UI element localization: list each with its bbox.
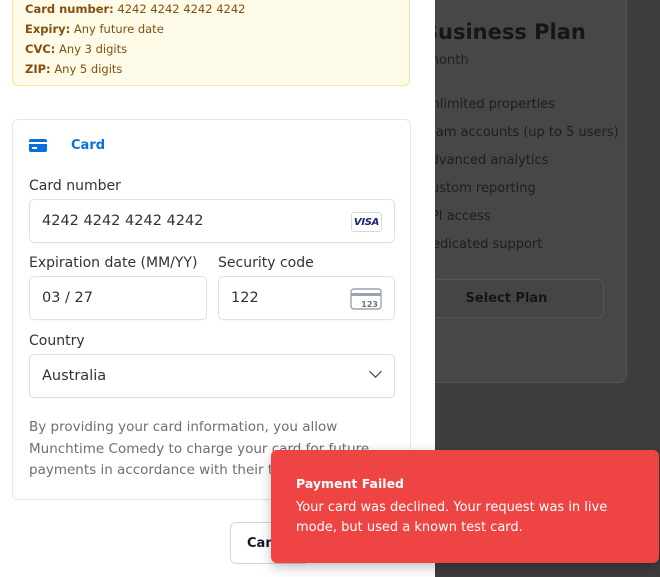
credit-card-icon — [29, 139, 47, 152]
card-tab[interactable]: Card — [29, 138, 105, 153]
country-label: Country — [29, 333, 85, 349]
test-zip-value: Any 5 digits — [54, 62, 123, 76]
plan-title: Business Plan — [422, 20, 586, 44]
card-tab-label: Card — [71, 138, 106, 153]
test-expiry-row: Expiry: Any future date — [25, 19, 397, 39]
card-number-input[interactable]: 4242 4242 4242 4242 VISA — [29, 199, 395, 243]
security-code-value: 122 — [231, 290, 259, 306]
plan-feature: Advanced analytics — [422, 153, 549, 168]
test-zip-label: ZIP: — [25, 62, 51, 76]
test-card-number-row: Card number: 4242 4242 4242 4242 — [25, 0, 397, 19]
cvc-icon-text: 123 — [361, 300, 378, 309]
card-number-label: Card number — [29, 178, 121, 194]
test-expiry-label: Expiry: — [25, 22, 71, 36]
test-cvc-label: CVC: — [25, 42, 56, 56]
country-value: Australia — [42, 368, 107, 384]
security-code-label: Security code — [218, 255, 314, 271]
select-plan-button[interactable]: Select Plan — [409, 279, 604, 318]
expiry-label: Expiration date (MM/YY) — [29, 255, 198, 271]
error-toast: Payment Failed Your card was declined. Y… — [271, 450, 659, 563]
test-cvc-value: Any 3 digits — [59, 42, 128, 56]
chevron-down-icon — [369, 365, 382, 378]
payment-element: Card Card number 4242 4242 4242 4242 VIS… — [12, 119, 411, 500]
visa-icon: VISA — [351, 212, 382, 232]
test-card-number-label: Card number: — [25, 2, 114, 16]
plan-feature: Unlimited properties — [422, 97, 556, 112]
toast-title: Payment Failed — [296, 476, 404, 491]
cvc-card-icon: 123 — [350, 288, 382, 310]
expiry-input[interactable]: 03 / 27 — [29, 276, 207, 320]
plan-feature: Team accounts (up to 5 users) — [422, 125, 619, 140]
test-card-number-value: 4242 4242 4242 4242 — [117, 2, 246, 16]
toast-message: Your card was declined. Your request was… — [296, 500, 608, 535]
plan-feature: Dedicated support — [422, 237, 543, 252]
test-cvc-row: CVC: Any 3 digits — [25, 39, 397, 59]
test-card-notice: Card number: 4242 4242 4242 4242 Expiry:… — [12, 0, 410, 86]
security-code-input[interactable]: 122 123 — [218, 276, 395, 320]
test-expiry-value: Any future date — [73, 22, 164, 36]
country-select[interactable]: Australia — [29, 354, 395, 398]
plan-feature: Custom reporting — [422, 181, 536, 196]
test-zip-row: ZIP: Any 5 digits — [25, 59, 397, 79]
card-number-value: 4242 4242 4242 4242 — [42, 213, 204, 229]
expiry-value: 03 / 27 — [42, 290, 94, 306]
